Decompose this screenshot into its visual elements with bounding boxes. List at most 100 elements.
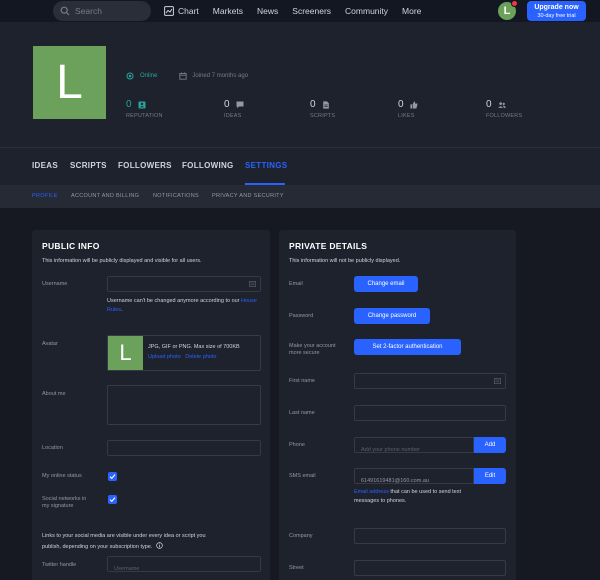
first-name-input[interactable] (355, 379, 505, 393)
username-note-text: Username can't be changed anymore accord… (107, 298, 242, 304)
info-icon[interactable] (156, 542, 163, 549)
location-field[interactable] (107, 440, 261, 460)
tab-settings[interactable]: SETTINGS (245, 161, 287, 170)
tab-scripts[interactable]: SCRIPTS (70, 161, 107, 170)
check-icon (109, 497, 116, 503)
nav-link-news[interactable]: News (257, 6, 278, 16)
stat-value: 0 (224, 99, 230, 110)
search-icon (60, 6, 70, 16)
calendar-icon (179, 72, 187, 80)
secure-label-line-1: Make your account (289, 343, 336, 349)
company-field[interactable] (354, 528, 506, 548)
sms-email-note: Email address that can be used to send t… (354, 488, 514, 506)
account-secure-label: Make your account more secure (289, 343, 335, 357)
profile-header: L Online Joined 7 months ago 0 REPUTATIO… (0, 22, 600, 147)
stat-value: 0 (310, 99, 316, 110)
tab-following[interactable]: FOLLOWING (182, 161, 234, 170)
phone-label: Phone (289, 442, 305, 448)
street-field[interactable] (354, 560, 506, 580)
social-networks-label: Social networks in my signature (42, 496, 86, 510)
add-phone-button[interactable]: Add (474, 437, 506, 453)
status-row: Online Joined 7 months ago (126, 72, 248, 80)
stat-value: 0 (126, 99, 132, 110)
check-icon (109, 474, 116, 480)
private-details-panel: PRIVATE DETAILS This information will no… (279, 230, 516, 580)
about-me-textarea[interactable] (107, 385, 261, 425)
field-menu-icon (494, 378, 501, 384)
nav-link-screeners[interactable]: Screeners (292, 6, 331, 16)
followers-icon (497, 101, 506, 108)
sms-email-field[interactable] (354, 468, 474, 488)
delete-photo-link[interactable]: Delete photo (185, 354, 216, 360)
profile-tabs: IDEAS SCRIPTS FOLLOWERS FOLLOWING SETTIN… (0, 147, 600, 185)
ideas-icon (236, 101, 244, 108)
nav-link-chart[interactable]: Chart (164, 6, 199, 16)
twitter-handle-input[interactable] (108, 562, 260, 576)
nav-link-label: Chart (178, 6, 199, 16)
company-input[interactable] (355, 534, 505, 548)
stat-label: FOLLOWERS (486, 113, 523, 119)
subtab-account-billing[interactable]: ACCOUNT AND BILLING (71, 193, 139, 199)
nav-link-more[interactable]: More (402, 6, 421, 16)
change-email-button[interactable]: Change email (354, 276, 418, 292)
last-name-field[interactable] (354, 405, 506, 425)
online-status-checkbox[interactable] (108, 472, 117, 481)
stat-value: 0 (486, 99, 492, 110)
stat-followers[interactable]: 0 FOLLOWERS (486, 99, 522, 120)
email-label: Email (289, 281, 303, 287)
subtab-notifications[interactable]: NOTIFICATIONS (153, 193, 199, 199)
nav-link-community[interactable]: Community (345, 6, 388, 16)
reputation-icon (138, 101, 146, 108)
sms-note-text-2: messages to phones. (354, 498, 407, 504)
social-note-line-2: publish, depending on your subscription … (42, 544, 153, 550)
tab-ideas[interactable]: IDEAS (32, 161, 58, 170)
social-label-line-1: Social networks in (42, 496, 87, 502)
twitter-handle-field[interactable] (107, 556, 261, 576)
stat-likes[interactable]: 0 LIKES (398, 99, 418, 120)
profile-avatar: L (33, 46, 106, 119)
section-title: PRIVATE DETAILS (289, 241, 368, 251)
street-input[interactable] (355, 566, 505, 580)
chart-icon (164, 6, 174, 16)
stat-value: 0 (398, 99, 404, 110)
username-field[interactable] (107, 276, 261, 296)
settings-subtabs: PROFILE ACCOUNT AND BILLING NOTIFICATION… (0, 185, 600, 208)
upgrade-label: Upgrade now (534, 4, 579, 11)
search-box[interactable] (53, 1, 151, 21)
stat-reputation[interactable]: 0 REPUTATION (126, 99, 163, 120)
edit-sms-button[interactable]: Edit (474, 468, 506, 484)
online-status-label: My online status (42, 473, 82, 479)
first-name-field[interactable] (354, 373, 506, 393)
stat-ideas[interactable]: 0 IDEAS (224, 99, 244, 120)
public-info-panel: PUBLIC INFO This information will be pub… (32, 230, 270, 580)
avatar-preview: L (108, 336, 143, 370)
tab-followers[interactable]: FOLLOWERS (118, 161, 172, 170)
secure-label-line-2: more secure (289, 350, 320, 356)
upgrade-button[interactable]: Upgrade now 30-day free trial (527, 1, 586, 21)
section-subtitle: This information will not be publicly di… (289, 258, 401, 264)
change-password-button[interactable]: Change password (354, 308, 430, 324)
last-name-input[interactable] (355, 411, 505, 425)
stat-scripts[interactable]: 0 SCRIPTS (310, 99, 335, 120)
upload-photo-link[interactable]: Upload photo (148, 354, 181, 360)
email-address-link[interactable]: Email address (354, 489, 389, 495)
social-networks-checkbox[interactable] (108, 495, 117, 504)
phone-input[interactable] (355, 443, 473, 457)
username-input[interactable] (108, 282, 260, 296)
user-avatar[interactable]: L (498, 0, 518, 20)
about-me-label: About me (42, 391, 66, 397)
search-input[interactable] (75, 6, 145, 16)
top-navigation: Chart Markets News Screeners Community M… (0, 0, 600, 22)
subtab-profile[interactable]: PROFILE (32, 193, 58, 199)
username-note-end: . (121, 307, 123, 313)
scripts-icon (322, 100, 329, 109)
first-name-label: First name (289, 378, 315, 384)
two-factor-button[interactable]: Set 2-factor authentication (354, 339, 461, 355)
sms-email-input[interactable] (355, 474, 473, 488)
subtab-privacy-security[interactable]: PRIVACY AND SECURITY (212, 193, 284, 199)
nav-link-markets[interactable]: Markets (213, 6, 243, 16)
social-label-line-2: my signature (42, 503, 74, 509)
location-input[interactable] (108, 446, 260, 460)
phone-field[interactable] (354, 437, 474, 457)
section-title: PUBLIC INFO (42, 241, 100, 251)
